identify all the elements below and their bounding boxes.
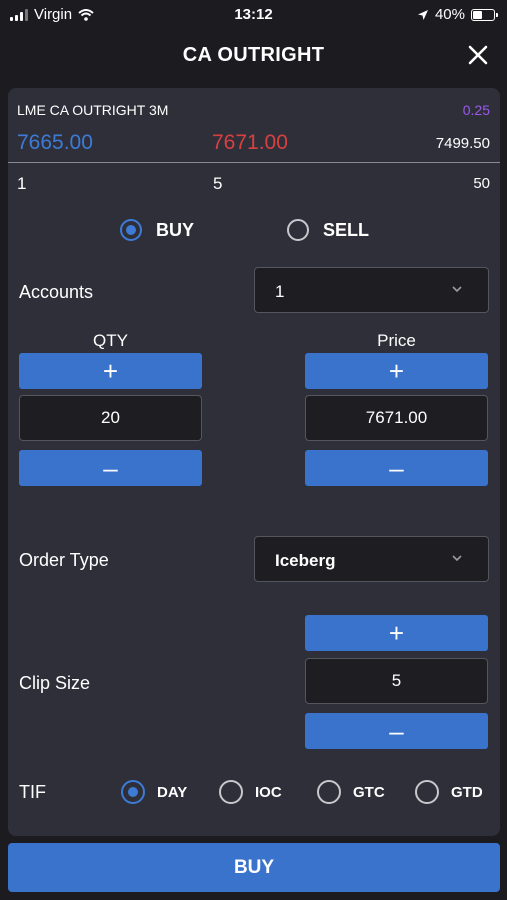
bid-price[interactable]: 7665.00 [17, 131, 93, 155]
status-bar: Virgin 13:12 40% [0, 0, 507, 30]
location-icon [417, 9, 428, 20]
side-buy-label: BUY [156, 219, 195, 240]
side-sell-radio[interactable]: SELL [287, 219, 369, 241]
battery-icon [471, 8, 498, 21]
radio-unselected-icon [415, 780, 439, 804]
last-price: 7499.50 [435, 135, 490, 152]
clip-size-input[interactable]: 5 [305, 658, 488, 704]
radio-unselected-icon [287, 219, 309, 241]
qty-label: QTY [93, 331, 128, 350]
ask-size: 5 [213, 174, 223, 193]
qty-decrease-button[interactable]: – [19, 450, 202, 486]
order-panel: LME CA OUTRIGHT 3M 0.25 7665.00 7671.00 … [8, 88, 500, 836]
tif-gtd-radio[interactable]: GTD [415, 780, 483, 804]
side-buy-radio[interactable]: BUY [120, 219, 194, 241]
tif-day-label: DAY [157, 783, 188, 801]
radio-selected-icon [120, 219, 142, 241]
radio-unselected-icon [219, 780, 243, 804]
side-sell-label: SELL [323, 219, 370, 240]
chevron-down-icon [452, 555, 462, 562]
tif-gtc-radio[interactable]: GTC [317, 780, 385, 804]
plus-icon: + [388, 356, 405, 386]
status-right: 40% [417, 6, 498, 23]
bid-size: 1 [17, 174, 27, 193]
ask-price[interactable]: 7671.00 [212, 131, 288, 155]
page-title: CA OUTRIGHT [182, 44, 325, 66]
plus-icon: + [388, 618, 405, 648]
qty-input[interactable]: 20 [19, 395, 202, 441]
minus-icon: – [103, 453, 118, 483]
instrument-name: LME CA OUTRIGHT 3M [17, 102, 169, 118]
minus-icon: – [389, 453, 404, 483]
tif-label: TIF [19, 782, 46, 802]
plus-icon: + [102, 356, 119, 386]
tif-ioc-label: IOC [255, 783, 282, 801]
minus-icon: – [389, 716, 404, 746]
price-label: Price [377, 331, 416, 350]
clip-size-label: Clip Size [19, 673, 91, 693]
clip-size-decrease-button[interactable]: – [305, 713, 488, 749]
last-size: 50 [473, 175, 490, 192]
battery-percent: 40% [434, 6, 465, 23]
qty-increase-button[interactable]: + [19, 353, 202, 389]
submit-buy-button[interactable]: BUY [8, 843, 500, 892]
tif-day-radio[interactable]: DAY [121, 780, 187, 804]
tif-gtc-label: GTC [353, 783, 385, 801]
tif-ioc-radio[interactable]: IOC [219, 780, 282, 804]
chevron-down-icon [452, 286, 462, 293]
close-button[interactable] [463, 40, 493, 70]
close-icon [468, 45, 488, 65]
accounts-label: Accounts [19, 282, 94, 302]
accounts-value: 1 [275, 282, 285, 301]
accounts-select[interactable]: 1 [254, 267, 489, 313]
price-input[interactable]: 7671.00 [305, 395, 488, 441]
price-increase-button[interactable]: + [305, 353, 488, 389]
price-decrease-button[interactable]: – [305, 450, 488, 486]
tif-gtd-label: GTD [451, 783, 483, 801]
quote-divider [8, 162, 500, 163]
order-type-select[interactable]: Iceberg [254, 536, 489, 582]
order-type-value: Iceberg [275, 551, 336, 570]
instrument-change: 0.25 [462, 102, 490, 118]
order-type-label: Order Type [19, 550, 109, 570]
clip-size-increase-button[interactable]: + [305, 615, 488, 651]
radio-unselected-icon [317, 780, 341, 804]
radio-selected-icon [121, 780, 145, 804]
